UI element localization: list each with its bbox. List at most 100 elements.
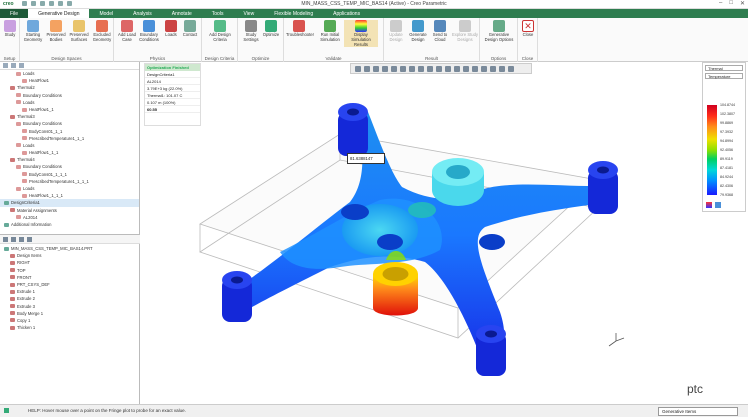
spin-center-icon[interactable]	[454, 66, 460, 72]
contact-button[interactable]: Contact	[177, 20, 203, 38]
selection-filter[interactable]: Generative Items	[658, 407, 738, 416]
tab-applications[interactable]: Applications	[323, 9, 370, 18]
zoom-in-icon[interactable]	[364, 66, 370, 72]
tree-item-label: Boundary Conditions	[23, 121, 62, 127]
tree-item[interactable]: BodyCons01_1_1_1	[0, 171, 139, 178]
tree-node-icon	[10, 157, 15, 162]
tree-view-icon[interactable]	[3, 237, 8, 242]
add-design-criteria-button[interactable]: Add Design Criteria	[207, 20, 233, 43]
tree-item[interactable]: Material Assignments	[0, 207, 139, 214]
tree-item[interactable]: Loads	[0, 99, 139, 106]
tree-item[interactable]: DesignCriteria1	[0, 199, 139, 207]
options-icon	[493, 20, 505, 32]
probe-icon[interactable]	[463, 66, 469, 72]
section-icon[interactable]	[490, 66, 496, 72]
tab-generative-design[interactable]: Generative Design	[28, 9, 90, 18]
excluded-geometry-button[interactable]: Excluded Geometry	[89, 20, 115, 43]
tree-item[interactable]: HeatFlow1	[0, 77, 139, 84]
annotation-display-icon[interactable]	[445, 66, 451, 72]
tree-item[interactable]: Boundary Conditions	[0, 120, 139, 127]
tree-item[interactable]: Loads	[0, 70, 139, 77]
tree-item[interactable]: Design Items	[0, 252, 140, 259]
fringe-icon[interactable]	[499, 66, 505, 72]
layers-icon[interactable]	[11, 237, 16, 242]
tree-item[interactable]: Copy 1	[0, 317, 140, 324]
close-icon[interactable]: ✕	[740, 0, 745, 7]
graphics-area[interactable]	[140, 62, 748, 404]
result-type-dropdown[interactable]: Temperature	[705, 73, 743, 79]
maximize-icon[interactable]: □	[729, 0, 733, 7]
favorites-icon[interactable]	[19, 63, 24, 68]
legend-settings-icon[interactable]	[715, 202, 721, 208]
tree-item[interactable]: Thicken 1	[0, 324, 140, 331]
tree-item[interactable]: TOP	[0, 267, 140, 274]
tree-item[interactable]: Extrude 3	[0, 303, 140, 310]
tree-item[interactable]: Boundary Conditions	[0, 163, 139, 170]
tree-item[interactable]: PRT_CSYS_DEF	[0, 281, 140, 288]
tree-item[interactable]: PrescribedTemperature1_1_1	[0, 135, 139, 142]
zoom-out-icon[interactable]	[373, 66, 379, 72]
datum-display-icon[interactable]	[436, 66, 442, 72]
tree-item[interactable]: AL2014	[0, 214, 139, 221]
show-icon[interactable]	[27, 237, 32, 242]
legend-icon[interactable]	[472, 66, 478, 72]
model-viewport[interactable]	[140, 62, 748, 404]
edges-icon[interactable]	[481, 66, 487, 72]
close-button[interactable]: ✕ Close	[515, 20, 541, 38]
tree-item[interactable]: BodyCons01_1_1	[0, 128, 139, 135]
tab-tools[interactable]: Tools	[202, 9, 234, 18]
tree-item[interactable]: Loads	[0, 185, 139, 192]
tree-item-label: Copy 1	[17, 317, 31, 323]
tree-item-label: RIGHT	[17, 260, 31, 266]
results-icon	[355, 20, 367, 32]
tree-item-label: Loads	[23, 142, 35, 148]
tree-item[interactable]: Additional Information	[0, 221, 139, 228]
generative-design-options-button[interactable]: Generative Design Options	[482, 20, 516, 43]
perspective-icon[interactable]	[427, 66, 433, 72]
tree-item[interactable]: Loads	[0, 142, 139, 149]
display-simulation-results-button[interactable]: Display Simulation Results	[344, 20, 378, 48]
tree-item-label: Loads	[23, 71, 35, 76]
tab-annotate[interactable]: Annotate	[162, 9, 202, 18]
tab-file[interactable]: File	[0, 9, 29, 18]
settings-icon[interactable]	[508, 66, 514, 72]
tree-item[interactable]: Thermal2	[0, 84, 139, 91]
explore-study-designs-button[interactable]: Explore Study Designs	[450, 20, 480, 43]
pan-icon[interactable]	[391, 66, 397, 72]
tree-item[interactable]: RIGHT	[0, 259, 140, 266]
tab-analysis[interactable]: Analysis	[123, 9, 162, 18]
tree-item[interactable]: PrescribedTemperature1_1_1_1	[0, 178, 139, 185]
tree-item[interactable]: Thermal4	[0, 156, 139, 163]
saved-orientations-icon[interactable]	[409, 66, 415, 72]
tree-item-label: Loads	[23, 99, 35, 105]
color-options-icon[interactable]	[706, 202, 712, 208]
tree-settings-icon[interactable]	[19, 237, 24, 242]
tree-item[interactable]: HeatFlow1_1_1	[0, 149, 139, 156]
tree-item[interactable]: Boundary Conditions	[0, 92, 139, 99]
troubleshooter-button[interactable]: Troubleshooter	[286, 20, 314, 38]
folder-icon[interactable]	[11, 63, 16, 68]
optimize-button[interactable]: Optimize	[258, 20, 284, 38]
tree-item[interactable]: Thermal3	[0, 113, 139, 120]
tab-flexible-modeling[interactable]: Flexible Modeling	[264, 9, 323, 18]
tab-view[interactable]: View	[233, 9, 264, 18]
tree-item[interactable]: FRONT	[0, 274, 140, 281]
quantity-dropdown[interactable]: Thermal	[705, 65, 743, 71]
tree-item[interactable]: Extrude 1	[0, 288, 140, 295]
repaint-icon[interactable]	[382, 66, 388, 72]
tree-item[interactable]: Extrude 2	[0, 295, 140, 302]
run-initial-simulation-button[interactable]: Run Initial Simulation	[317, 20, 343, 43]
tab-model[interactable]: Model	[89, 9, 123, 18]
display-style-icon[interactable]	[400, 66, 406, 72]
tree-item[interactable]: MIN_MASS_CSS_TEMP_MIC_BAS14.PRT	[0, 245, 140, 252]
refit-icon[interactable]	[355, 66, 361, 72]
tree-item[interactable]: Body Merge 1	[0, 310, 140, 317]
view-manager-icon[interactable]	[418, 66, 424, 72]
tree-icon[interactable]	[3, 63, 8, 68]
tree-item[interactable]: HeatFlow1_1	[0, 106, 139, 113]
tree-item-label: Thermal2	[17, 85, 35, 91]
tree-node-icon	[10, 268, 15, 273]
tree-item[interactable]: HeatFlow1_1_1_1	[0, 192, 139, 199]
minimize-icon[interactable]: –	[719, 0, 722, 7]
model-tree-toolbar	[0, 234, 140, 244]
